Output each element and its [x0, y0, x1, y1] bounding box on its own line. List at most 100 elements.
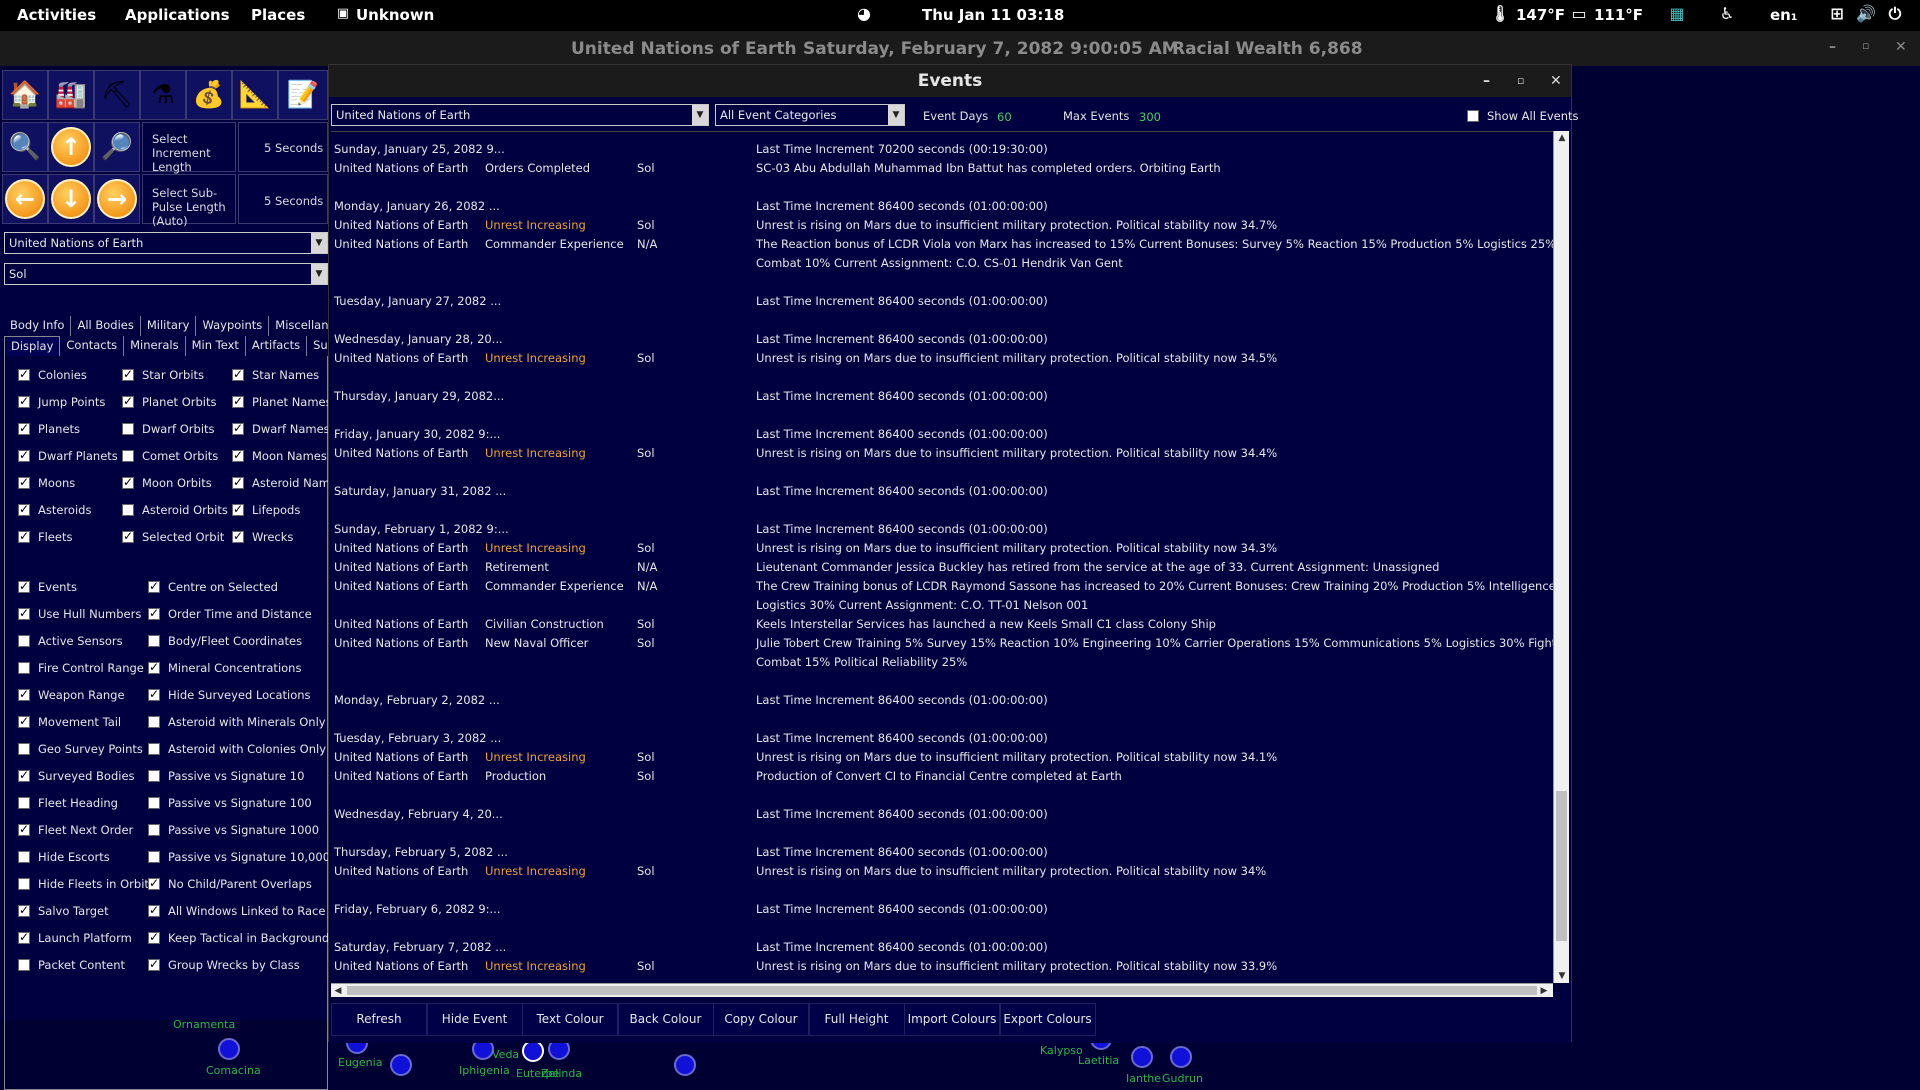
tab-display[interactable]: Display	[4, 336, 61, 356]
display-option-checkbox[interactable]: Centre on Selected	[148, 579, 278, 594]
checkbox-checked[interactable]	[18, 448, 30, 462]
display-option-checkbox[interactable]: Fleet Next Order	[18, 822, 133, 837]
event-row[interactable]: United Nations of Earth Commander Experie…	[334, 579, 1553, 598]
display-option-checkbox[interactable]: Asteroids	[18, 502, 91, 517]
display-option-checkbox[interactable]: Dwarf Names	[232, 421, 330, 436]
checkbox-checked[interactable]	[18, 579, 30, 593]
checkbox-unchecked[interactable]	[122, 504, 134, 516]
display-option-checkbox[interactable]: Star Orbits	[122, 367, 204, 382]
display-option-checkbox[interactable]: Asteroid Names	[232, 475, 343, 490]
wealth-icon[interactable]: 💰	[186, 70, 232, 120]
event-row[interactable]: United Nations of Earth Unrest Increasing…	[334, 446, 1544, 465]
checkbox-checked[interactable]	[148, 876, 160, 890]
checkbox-checked[interactable]	[18, 822, 30, 836]
display-option-checkbox[interactable]: Hide Escorts	[18, 850, 110, 864]
checkbox-unchecked[interactable]	[148, 635, 160, 647]
notes-icon[interactable]: 📝	[278, 70, 328, 120]
tab-contacts[interactable]: Contacts	[60, 336, 125, 356]
clock[interactable]: Thu Jan 11 03:18	[922, 6, 1064, 24]
display-option-checkbox[interactable]: Mineral Concentrations	[148, 660, 301, 675]
events-list[interactable]: Sunday, January 25, 2082 9... Last Time I…	[331, 131, 1553, 983]
display-option-checkbox[interactable]: Fire Control Range	[18, 661, 144, 675]
applications-menu[interactable]: Applications	[125, 6, 230, 24]
display-option-checkbox[interactable]: Dwarf Orbits	[122, 422, 215, 436]
display-option-checkbox[interactable]: Moon Names	[232, 448, 327, 463]
extension-icon[interactable]: ▦	[1668, 5, 1686, 23]
show-all-events-checkbox[interactable]: Show All Events	[1467, 109, 1579, 123]
scroll-left-icon[interactable]: ◀	[331, 984, 345, 998]
display-option-checkbox[interactable]: All Windows Linked to Race	[148, 903, 325, 918]
checkbox-checked[interactable]	[18, 606, 30, 620]
pan-left-icon[interactable]: ←	[2, 174, 48, 224]
drive-temp[interactable]: 111°F	[1594, 6, 1643, 24]
tab-artifacts[interactable]: Artifacts	[246, 336, 308, 356]
checkbox-checked[interactable]	[18, 768, 30, 782]
checkbox-unchecked[interactable]	[148, 743, 160, 755]
display-option-checkbox[interactable]: Passive vs Signature 100	[148, 796, 312, 810]
design-icon[interactable]: 📐	[232, 70, 278, 120]
mining-icon[interactable]: ⛏	[94, 70, 140, 120]
minimize-icon[interactable]: –	[1829, 39, 1836, 55]
display-option-checkbox[interactable]: Geo Survey Points	[18, 742, 143, 756]
display-option-checkbox[interactable]: Moon Orbits	[122, 475, 212, 490]
checkbox-checked[interactable]	[232, 529, 244, 543]
checkbox-checked[interactable]	[232, 502, 244, 516]
event-row[interactable]: United Nations of Earth Unrest Increasing…	[334, 218, 1544, 237]
display-option-checkbox[interactable]: Use Hull Numbers	[18, 606, 141, 621]
event-row[interactable]: United Nations of Earth Unrest Increasing…	[334, 541, 1544, 560]
event-row[interactable]: Thursday, February 5, 2082 ... Last Time …	[334, 845, 1544, 864]
display-option-checkbox[interactable]: Events	[18, 579, 77, 594]
checkbox-checked[interactable]	[18, 394, 30, 408]
event-row[interactable]: United Nations of Earth Unrest Increasing…	[334, 864, 1544, 883]
event-row[interactable]: Saturday, January 31, 2082 ... Last Time …	[334, 484, 1544, 503]
events-button-copy-colour[interactable]: Copy Colour	[713, 1003, 809, 1036]
checkbox-unchecked[interactable]	[18, 797, 30, 809]
max-events-value[interactable]: 300	[1139, 110, 1161, 124]
horizontal-scrollbar[interactable]: ◀ ▶	[331, 983, 1553, 997]
display-option-checkbox[interactable]: Lifepods	[232, 502, 300, 517]
tab-waypoints[interactable]: Waypoints	[196, 316, 270, 336]
scroll-right-icon[interactable]: ▶	[1537, 984, 1551, 998]
event-row[interactable]: United Nations of Earth Production Sol Prod…	[334, 769, 1544, 788]
colony-icon[interactable]: 🏠	[2, 70, 48, 120]
checkbox-checked[interactable]	[148, 660, 160, 674]
display-option-checkbox[interactable]: Order Time and Distance	[148, 606, 312, 621]
vertical-scrollbar[interactable]: ▲ ▼	[1553, 131, 1569, 983]
close-icon[interactable]: ✕	[1895, 39, 1907, 55]
checkbox-checked[interactable]	[148, 903, 160, 917]
pan-down-icon[interactable]: ↓	[48, 174, 94, 224]
event-row[interactable]: Logistics 30% Current Assignment: C.O. T…	[334, 598, 1544, 617]
planet-marker[interactable]	[522, 1040, 544, 1062]
chevron-down-icon[interactable]: ▼	[888, 105, 904, 125]
events-button-hide-event[interactable]: Hide Event	[426, 1003, 523, 1036]
event-row[interactable]: Tuesday, February 3, 2082 ... Last Time I…	[334, 731, 1544, 750]
tab-min-text[interactable]: Min Text	[186, 336, 246, 356]
event-row[interactable]: United Nations of Earth Orders Completed S…	[334, 161, 1544, 180]
display-option-checkbox[interactable]: Planet Orbits	[122, 394, 216, 409]
event-row[interactable]: United Nations of Earth New Naval Officer…	[334, 636, 1553, 655]
event-row[interactable]: Combat 10% Current Assignment: C.O. CS-0…	[334, 256, 1544, 275]
checkbox-checked[interactable]	[148, 957, 160, 971]
tab-body-info[interactable]: Body Info	[4, 316, 72, 336]
display-option-checkbox[interactable]: Body/Fleet Coordinates	[148, 634, 302, 648]
checkbox-unchecked[interactable]	[18, 635, 30, 647]
checkbox-checked[interactable]	[232, 394, 244, 408]
display-option-checkbox[interactable]: Passive vs Signature 10	[148, 769, 304, 783]
checkbox-checked[interactable]	[18, 502, 30, 516]
display-option-checkbox[interactable]: Planets	[18, 421, 80, 436]
maximize-icon[interactable]: ▫	[1517, 65, 1524, 97]
event-row[interactable]: United Nations of Earth Unrest Increasing…	[334, 351, 1544, 370]
events-button-import-colours[interactable]: Import Colours	[904, 1003, 1000, 1036]
checkbox-checked[interactable]	[232, 448, 244, 462]
checkbox-checked[interactable]	[18, 930, 30, 944]
event-row[interactable]: Thursday, January 29, 2082... Last Time I…	[334, 389, 1544, 408]
checkbox-unchecked[interactable]	[148, 824, 160, 836]
checkbox-checked[interactable]	[18, 903, 30, 917]
volume-icon[interactable]: 🔊	[1856, 5, 1876, 23]
event-category-select[interactable]: All Event Categories ▼	[715, 104, 905, 126]
checkbox-checked[interactable]	[122, 367, 134, 381]
industry-icon[interactable]: 🏭	[48, 70, 94, 120]
display-option-checkbox[interactable]: Launch Platform	[18, 930, 132, 945]
checkbox-checked[interactable]	[18, 475, 30, 489]
checkbox-checked[interactable]	[18, 687, 30, 701]
